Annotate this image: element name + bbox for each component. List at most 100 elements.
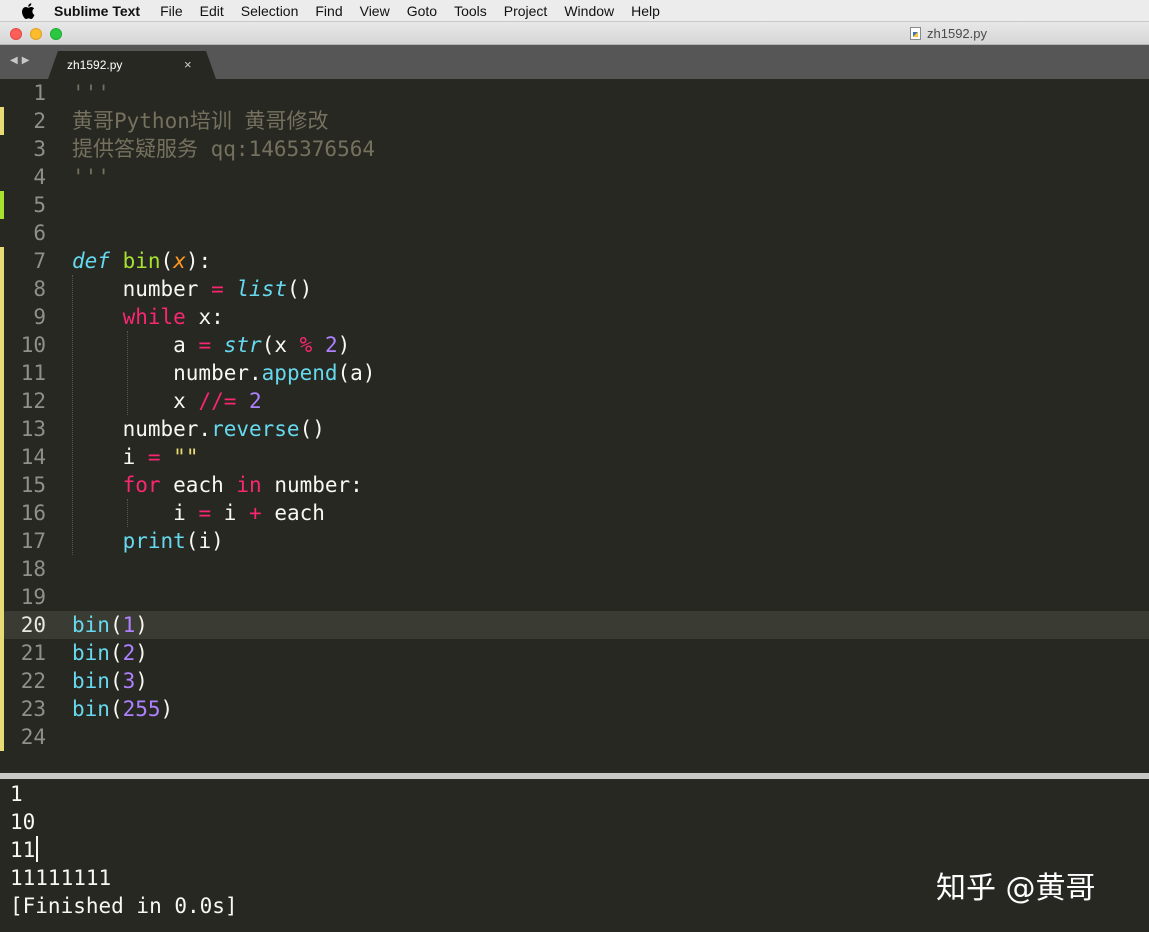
code-token: 2 [324,333,338,357]
code-line[interactable]: 24 [0,723,1149,751]
menu-tools[interactable]: Tools [454,3,487,19]
code-token: 3 [122,669,136,693]
output-text: 11111111 [10,866,112,890]
code-text[interactable]: bin(2) [72,639,148,667]
menu-help[interactable]: Help [631,3,660,19]
code-line[interactable]: 22 bin(3) [0,667,1149,695]
line-number[interactable]: 19 [8,583,46,611]
line-number[interactable]: 9 [8,303,46,331]
output-line[interactable]: 10 [10,808,35,836]
apple-logo-icon[interactable] [20,2,36,19]
menu-goto[interactable]: Goto [407,3,437,19]
menu-find[interactable]: Find [315,3,342,19]
code-line[interactable]: 11 number.append(a) [0,359,1149,387]
window-close-button[interactable] [10,28,22,40]
code-line[interactable]: 3 提供答疑服务 qq:1465376564 [0,135,1149,163]
output-line[interactable]: 11 [10,836,39,864]
code-text[interactable]: i = "" [72,443,199,471]
window-zoom-button[interactable] [50,28,62,40]
window-minimize-button[interactable] [30,28,42,40]
output-line[interactable]: 11111111 [10,864,111,892]
line-number[interactable]: 10 [8,331,46,359]
line-number[interactable]: 14 [8,443,46,471]
code-line[interactable]: 21 bin(2) [0,639,1149,667]
line-number[interactable]: 20 [8,611,46,639]
line-number[interactable]: 5 [8,191,46,219]
code-line[interactable]: 17 print(i) [0,527,1149,555]
menu-edit[interactable]: Edit [200,3,224,19]
menu-file[interactable]: File [160,3,183,19]
tab-prev-icon[interactable]: ◀ [10,55,18,66]
line-number[interactable]: 21 [8,639,46,667]
code-line[interactable]: 1 ''' [0,79,1149,107]
code-line[interactable]: 9 while x: [0,303,1149,331]
line-number[interactable]: 18 [8,555,46,583]
code-text[interactable]: number = list() [72,275,313,303]
code-line[interactable]: 10 a = str(x % 2) [0,331,1149,359]
code-line[interactable]: 19 [0,583,1149,611]
menu-view[interactable]: View [360,3,390,19]
code-text[interactable]: bin(3) [72,667,148,695]
code-token: bin [72,697,110,721]
line-number[interactable]: 16 [8,499,46,527]
code-line[interactable]: 16 i = i + each [0,499,1149,527]
code-line[interactable]: 13 number.reverse() [0,415,1149,443]
menu-app-name[interactable]: Sublime Text [54,3,140,19]
code-text[interactable]: x //= 2 [72,387,262,415]
code-line[interactable]: 15 for each in number: [0,471,1149,499]
code-text[interactable]: ''' [72,163,110,191]
menu-project[interactable]: Project [504,3,548,19]
code-line[interactable]: 20 bin(1) [0,611,1149,639]
code-line[interactable]: 18 [0,555,1149,583]
code-text[interactable]: while x: [72,303,224,331]
menu-selection[interactable]: Selection [241,3,299,19]
code-line[interactable]: 2 黄哥Python培训 黄哥修改 [0,107,1149,135]
line-number[interactable]: 11 [8,359,46,387]
code-text[interactable]: bin(255) [72,695,173,723]
code-line[interactable]: 7 def bin(x): [0,247,1149,275]
code-text[interactable]: i = i + each [72,499,325,527]
code-editor[interactable]: 1 ''' 2 黄哥Python培训 黄哥修改 3 提供答疑服务 qq:146537656… [0,79,1149,773]
line-number[interactable]: 13 [8,415,46,443]
code-text[interactable]: for each in number: [72,471,363,499]
line-number[interactable]: 3 [8,135,46,163]
line-number[interactable]: 7 [8,247,46,275]
code-line[interactable]: 14 i = "" [0,443,1149,471]
output-line[interactable]: 1 [10,780,23,808]
code-text[interactable]: def bin(x): [72,247,211,275]
tab-zh1592[interactable]: zh1592.py × [48,51,216,79]
code-text[interactable]: 提供答疑服务 qq:1465376564 [72,135,375,163]
menu-bar: Sublime Text File Edit Selection Find Vi… [0,0,1149,22]
code-text[interactable]: bin(1) [72,611,148,639]
code-line[interactable]: 4 ''' [0,163,1149,191]
line-number[interactable]: 4 [8,163,46,191]
code-line[interactable]: 8 number = list() [0,275,1149,303]
line-number[interactable]: 22 [8,667,46,695]
line-number[interactable]: 23 [8,695,46,723]
code-line[interactable]: 23 bin(255) [0,695,1149,723]
line-number[interactable]: 8 [8,275,46,303]
line-number[interactable]: 24 [8,723,46,751]
code-text[interactable]: print(i) [72,527,224,555]
tab-close-icon[interactable]: × [184,57,192,72]
output-line[interactable]: [Finished in 0.0s] [10,892,238,920]
build-output-panel[interactable]: 知乎 @黄哥 1 10 11 11111111 [Finished in 0.0s] [0,779,1149,932]
code-text[interactable]: a = str(x % 2) [72,331,350,359]
code-line[interactable]: 6 [0,219,1149,247]
code-text[interactable]: number.reverse() [72,415,325,443]
menu-window[interactable]: Window [564,3,614,19]
code-text[interactable]: number.append(a) [72,359,375,387]
code-token: ( [109,697,123,721]
line-number[interactable]: 15 [8,471,46,499]
code-line[interactable]: 5 [0,191,1149,219]
code-line[interactable]: 12 x //= 2 [0,387,1149,415]
line-number[interactable]: 1 [8,79,46,107]
code-text[interactable]: ''' [72,79,110,107]
line-number[interactable]: 17 [8,527,46,555]
tab-next-icon[interactable]: ▶ [22,55,30,66]
code-text[interactable]: 黄哥Python培训 黄哥修改 [72,107,329,135]
line-number[interactable]: 12 [8,387,46,415]
line-number[interactable]: 2 [8,107,46,135]
line-number[interactable]: 6 [8,219,46,247]
